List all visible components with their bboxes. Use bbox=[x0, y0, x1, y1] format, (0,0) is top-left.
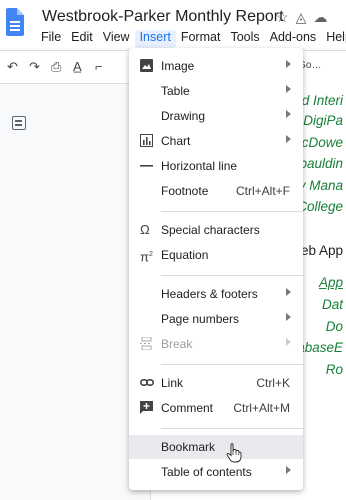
menu-item-table-of-contents[interactable]: Table of contents bbox=[129, 460, 303, 484]
comment-icon bbox=[140, 401, 154, 415]
menu-format[interactable]: Format bbox=[176, 30, 226, 48]
submenu-arrow-icon bbox=[286, 466, 291, 474]
menu-item-comment[interactable]: Comment Ctrl+Alt+M bbox=[129, 396, 303, 420]
menu-tools[interactable]: Tools bbox=[225, 30, 264, 48]
menu-item-link[interactable]: Link Ctrl+K bbox=[129, 371, 303, 395]
submenu-arrow-icon bbox=[286, 135, 291, 143]
doc-line: Do bbox=[325, 319, 343, 334]
docs-logo-icon[interactable] bbox=[6, 8, 24, 36]
break-icon bbox=[140, 336, 154, 351]
menu-item-image[interactable]: Image bbox=[129, 54, 303, 78]
menu-bar: File Edit View Insert Format Tools Add-o… bbox=[36, 30, 346, 48]
menu-item-chart[interactable]: Chart bbox=[129, 129, 303, 153]
doc-line: Ro bbox=[325, 362, 343, 377]
menu-separator bbox=[161, 428, 303, 429]
menu-separator bbox=[161, 211, 303, 212]
menu-insert[interactable]: Insert bbox=[134, 30, 176, 48]
menu-item-footnote[interactable]: Footnote Ctrl+Alt+F bbox=[129, 179, 303, 203]
print-icon[interactable]: ⎙ bbox=[51, 59, 61, 75]
image-icon bbox=[140, 59, 154, 73]
pi-icon: π2 bbox=[140, 249, 153, 265]
document-outline-icon[interactable] bbox=[12, 116, 26, 130]
submenu-arrow-icon bbox=[286, 60, 291, 68]
menu-item-horizontal-line[interactable]: Horizontal line bbox=[129, 154, 303, 178]
menu-help[interactable]: Help bbox=[321, 30, 346, 48]
menu-item-page-numbers[interactable]: Page numbers bbox=[129, 307, 303, 331]
move-icon[interactable]: ◬ bbox=[296, 9, 307, 26]
omega-icon: Ω bbox=[140, 222, 150, 237]
hand-cursor-icon bbox=[226, 443, 242, 468]
document-title[interactable]: Westbrook-Parker Monthly Report bbox=[42, 8, 284, 26]
menu-separator bbox=[161, 275, 303, 276]
menu-item-special-characters[interactable]: Ω Special characters bbox=[129, 218, 303, 242]
paint-format-icon[interactable]: ⌐ bbox=[95, 59, 103, 74]
menu-item-headers-footers[interactable]: Headers & footers bbox=[129, 282, 303, 306]
link-icon bbox=[140, 376, 155, 390]
undo-icon[interactable]: ↶ bbox=[7, 59, 18, 75]
menu-item-break: Break bbox=[129, 332, 303, 356]
menu-edit[interactable]: Edit bbox=[66, 30, 98, 48]
doc-line: College bbox=[297, 199, 343, 214]
chart-icon bbox=[140, 134, 154, 148]
menu-item-drawing[interactable]: Drawing bbox=[129, 104, 303, 128]
horizontal-line-icon bbox=[140, 159, 154, 173]
star-icon[interactable]: ☆ bbox=[276, 9, 289, 26]
menu-separator bbox=[161, 364, 303, 365]
submenu-arrow-icon bbox=[286, 313, 291, 321]
menu-file[interactable]: File bbox=[36, 30, 66, 48]
insert-menu: Image Table Drawing Chart Horizontal lin… bbox=[129, 48, 303, 490]
submenu-arrow-icon bbox=[286, 85, 291, 93]
menu-item-table[interactable]: Table bbox=[129, 79, 303, 103]
doc-line: Dat bbox=[321, 297, 343, 312]
spellcheck-icon[interactable]: A̲ bbox=[73, 59, 82, 74]
menu-view[interactable]: View bbox=[98, 30, 135, 48]
doc-line: DigiPa bbox=[303, 113, 343, 128]
doc-line: App bbox=[318, 275, 343, 290]
submenu-arrow-icon bbox=[286, 110, 291, 118]
submenu-arrow-icon bbox=[286, 338, 291, 346]
menu-item-equation[interactable]: π2 Equation bbox=[129, 243, 303, 267]
cloud-status-icon[interactable]: ☁ bbox=[313, 9, 327, 26]
submenu-arrow-icon bbox=[286, 288, 291, 296]
redo-icon[interactable]: ↷ bbox=[29, 59, 40, 75]
menu-add-ons[interactable]: Add-ons bbox=[265, 30, 322, 48]
menu-item-bookmark[interactable]: Bookmark bbox=[129, 435, 303, 459]
